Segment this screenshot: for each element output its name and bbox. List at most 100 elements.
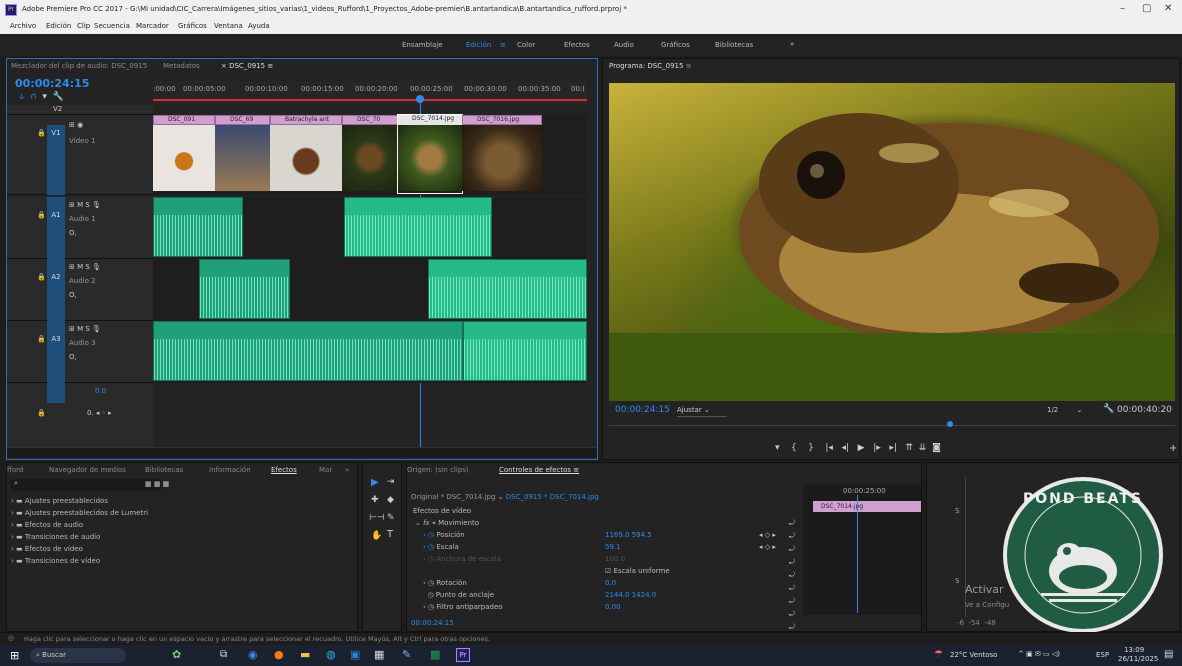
taskbar-search[interactable]: ⌕ Buscar: [30, 648, 126, 663]
task-view-icon[interactable]: ⧉: [220, 649, 227, 660]
menu-ventana[interactable]: Ventana: [214, 22, 243, 30]
lock-icon[interactable]: 🔒: [37, 273, 46, 281]
effects-search-input[interactable]: ⌕: [11, 479, 161, 491]
tree-item-video-transitions[interactable]: › ▬ Transiciones de vídeo: [11, 557, 351, 569]
workspace-edicion[interactable]: Edición: [466, 41, 491, 49]
wrench-icon[interactable]: 🔧: [1103, 404, 1114, 414]
close-button[interactable]: ✕: [1164, 3, 1172, 14]
timeline-scrollbar[interactable]: [7, 447, 597, 457]
lock-icon[interactable]: 🔒: [37, 211, 46, 219]
time-ruler[interactable]: :00:00 00:00:05:00 00:00:10:00 00:00:15:…: [153, 81, 587, 105]
track-select-tool-icon[interactable]: ⇥: [387, 477, 395, 487]
tab-menu-icon[interactable]: ≡: [267, 62, 273, 70]
audio-clip[interactable]: [153, 197, 243, 257]
menu-graficos[interactable]: Gráficos: [178, 22, 207, 30]
marker-icon[interactable]: ▾: [42, 92, 47, 102]
video-clip[interactable]: Batrachyla ant: [270, 115, 342, 193]
slip-tool-icon[interactable]: ⊢⊣: [369, 513, 385, 523]
maximize-button[interactable]: ▢: [1142, 3, 1151, 14]
camera-icon[interactable]: ◙: [932, 443, 941, 453]
calculator-icon[interactable]: ▦: [374, 648, 384, 661]
mark-out-icon[interactable]: }: [808, 443, 814, 453]
linked-selection-icon[interactable]: ∩: [30, 92, 37, 102]
program-title[interactable]: Programa: DSC_0915: [609, 62, 683, 70]
razor-tool-icon[interactable]: ◆: [387, 495, 394, 505]
minimize-button[interactable]: –: [1120, 3, 1125, 14]
tab-source[interactable]: Origen: (sin clips): [407, 463, 469, 477]
uniform-scale-checkbox[interactable]: ☑ Escala uniforme: [605, 567, 670, 575]
workspace-color[interactable]: Color: [517, 41, 535, 49]
language-indicator[interactable]: ESP: [1096, 651, 1109, 659]
volume-knob[interactable]: O,: [69, 353, 77, 361]
menu-clip[interactable]: Clip: [77, 22, 90, 30]
hand-tool-icon[interactable]: ✋: [371, 531, 382, 541]
menu-ayuda[interactable]: Ayuda: [248, 22, 270, 30]
track-v2-label[interactable]: V2: [53, 105, 62, 113]
master-lock-icon[interactable]: 🔒: [37, 409, 46, 417]
resolution-dropdown[interactable]: 1/2 ⌄: [1047, 406, 1093, 414]
audio-clip[interactable]: [153, 321, 463, 381]
go-to-in-icon[interactable]: |◂: [825, 443, 833, 453]
tab-libraries[interactable]: Bibliotecas: [145, 463, 183, 477]
audio-clip[interactable]: [344, 197, 492, 257]
excel-icon[interactable]: ▩: [430, 648, 440, 661]
audio-clip[interactable]: [428, 259, 587, 319]
property-value[interactable]: 59.1: [605, 543, 621, 551]
weather-text[interactable]: 22°C Ventoso: [950, 651, 997, 659]
master-clip-name[interactable]: Original * DSC_7014.jpg: [411, 493, 495, 501]
tree-item-lumetri[interactable]: › ▬ Ajustes preestablecidos de Lumetri: [11, 509, 351, 521]
mute-solo-buttons[interactable]: ⊞ M S 🎙: [69, 201, 101, 209]
film-icon[interactable]: ⊞ ◉: [69, 121, 83, 129]
tree-item-video-effects[interactable]: › ▬ Efectos de vídeo: [11, 545, 351, 557]
workspace-graficos[interactable]: Gráficos: [661, 41, 690, 49]
ripple-edit-tool-icon[interactable]: ✚: [371, 495, 379, 505]
fx-icon[interactable]: fx: [423, 519, 430, 527]
mark-in-icon[interactable]: {: [791, 443, 797, 453]
track-a2-label[interactable]: A2: [47, 259, 65, 321]
tree-item-audio-effects[interactable]: › ▬ Efectos de audio: [11, 521, 351, 533]
fit-dropdown[interactable]: Ajustar ⌄: [677, 406, 727, 417]
audio-clip[interactable]: [199, 259, 290, 319]
meter-solo-s[interactable]: S: [955, 507, 959, 515]
stopwatch-icon[interactable]: › ◷: [423, 603, 434, 611]
property-value[interactable]: 2144.0 1424.0: [605, 591, 656, 599]
workspace-ensamblaje[interactable]: Ensamblaje: [402, 41, 443, 49]
video-clip[interactable]: DSC_70: [342, 115, 398, 193]
tab-info[interactable]: Información: [209, 463, 251, 477]
tab-menu-icon[interactable]: ≡: [573, 466, 579, 474]
notification-icon[interactable]: ▤: [1164, 649, 1173, 660]
property-value[interactable]: 1169.0 594.5: [605, 531, 652, 539]
workspace-menu-icon[interactable]: ≡: [500, 41, 506, 49]
keyframe-nav[interactable]: ◂ ◇ ▸: [759, 531, 776, 539]
tree-item-audio-transitions[interactable]: › ▬ Transiciones de audio: [11, 533, 351, 545]
program-menu-icon[interactable]: ≡: [686, 62, 692, 70]
stopwatch-icon[interactable]: › ◷: [423, 531, 434, 539]
chrome-icon[interactable]: ◉: [248, 648, 258, 661]
go-to-out-icon[interactable]: ▸|: [889, 443, 897, 453]
property-value[interactable]: 0.0: [605, 579, 616, 587]
extract-icon[interactable]: ⇊: [919, 443, 927, 453]
menu-edicion[interactable]: Edición: [46, 22, 71, 30]
wrench-icon[interactable]: 🔧: [53, 92, 64, 102]
workspace-efectos[interactable]: Efectos: [564, 41, 590, 49]
meter-solo-s2[interactable]: S: [955, 577, 959, 585]
workspace-audio[interactable]: Audio: [614, 41, 634, 49]
menu-secuencia[interactable]: Secuencia: [94, 22, 130, 30]
menu-archivo[interactable]: Archivo: [10, 22, 36, 30]
lock-icon[interactable]: 🔒: [37, 335, 46, 343]
step-forward-icon[interactable]: |▸: [873, 443, 881, 453]
edge-icon[interactable]: ◍: [326, 648, 336, 661]
windows-start-icon[interactable]: ⊞: [10, 649, 19, 662]
clock-date[interactable]: 26/11/2025: [1118, 655, 1158, 663]
play-icon[interactable]: ▶: [858, 443, 865, 453]
stopwatch-icon[interactable]: › ◷: [423, 543, 434, 551]
premiere-taskbar-icon[interactable]: Pr: [456, 648, 470, 662]
fx-motion-row[interactable]: ⌄ fx ⌖ Movimiento: [415, 519, 479, 528]
tab-markers[interactable]: Mar: [319, 463, 332, 477]
system-tray-icons[interactable]: ^ ▣ ✉ ▭ ◁): [1018, 650, 1060, 658]
stopwatch-icon[interactable]: ◷: [423, 591, 433, 599]
workspace-bibliotecas[interactable]: Bibliotecas: [715, 41, 753, 49]
tab-media-browser[interactable]: Navegador de medios: [49, 463, 126, 477]
lift-icon[interactable]: ⇈: [906, 443, 914, 453]
track-v1-label[interactable]: V1: [47, 125, 65, 195]
